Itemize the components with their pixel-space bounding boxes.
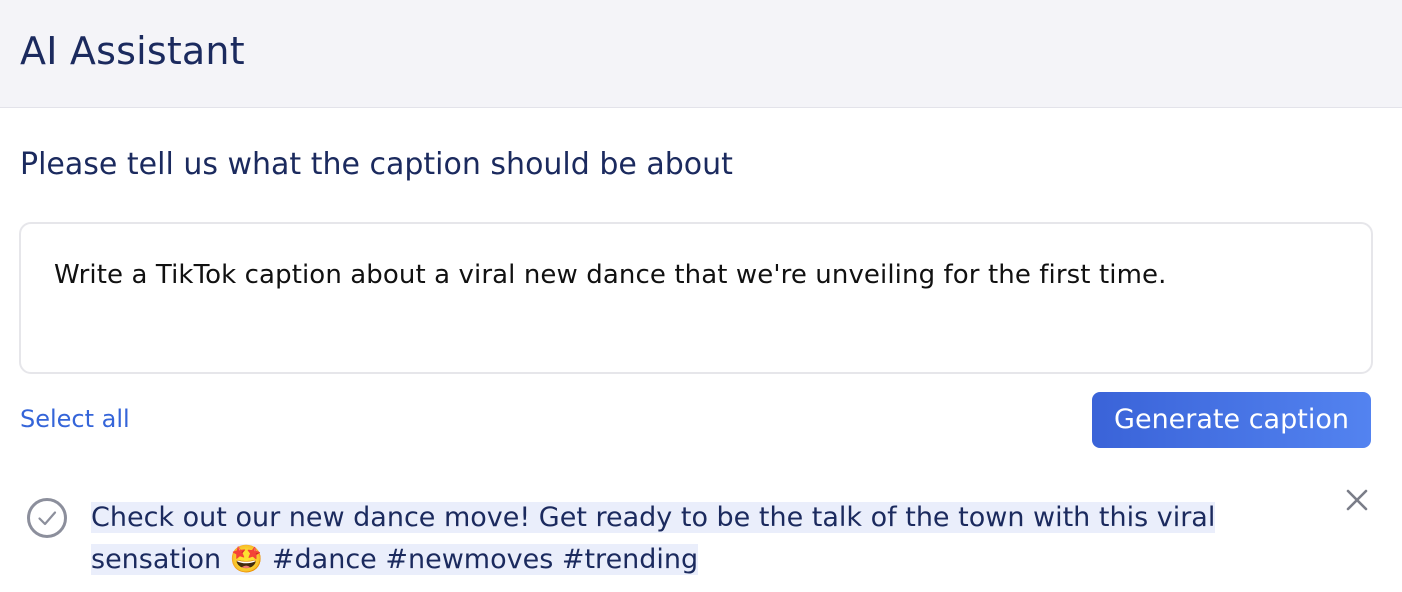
- generate-caption-button[interactable]: Generate caption: [1092, 392, 1371, 448]
- check-circle-icon[interactable]: [26, 497, 68, 539]
- select-all-link[interactable]: Select all: [20, 402, 130, 436]
- page-title: AI Assistant: [20, 29, 245, 73]
- caption-result-text[interactable]: Check out our new dance move! Get ready …: [91, 497, 1251, 581]
- prompt-textarea[interactable]: Write a TikTok caption about a viral new…: [19, 222, 1373, 374]
- prompt-label: Please tell us what the caption should b…: [20, 147, 733, 182]
- close-icon[interactable]: [1341, 484, 1373, 516]
- prompt-textarea-value[interactable]: Write a TikTok caption about a viral new…: [54, 258, 1166, 292]
- header-bar: AI Assistant: [0, 0, 1402, 108]
